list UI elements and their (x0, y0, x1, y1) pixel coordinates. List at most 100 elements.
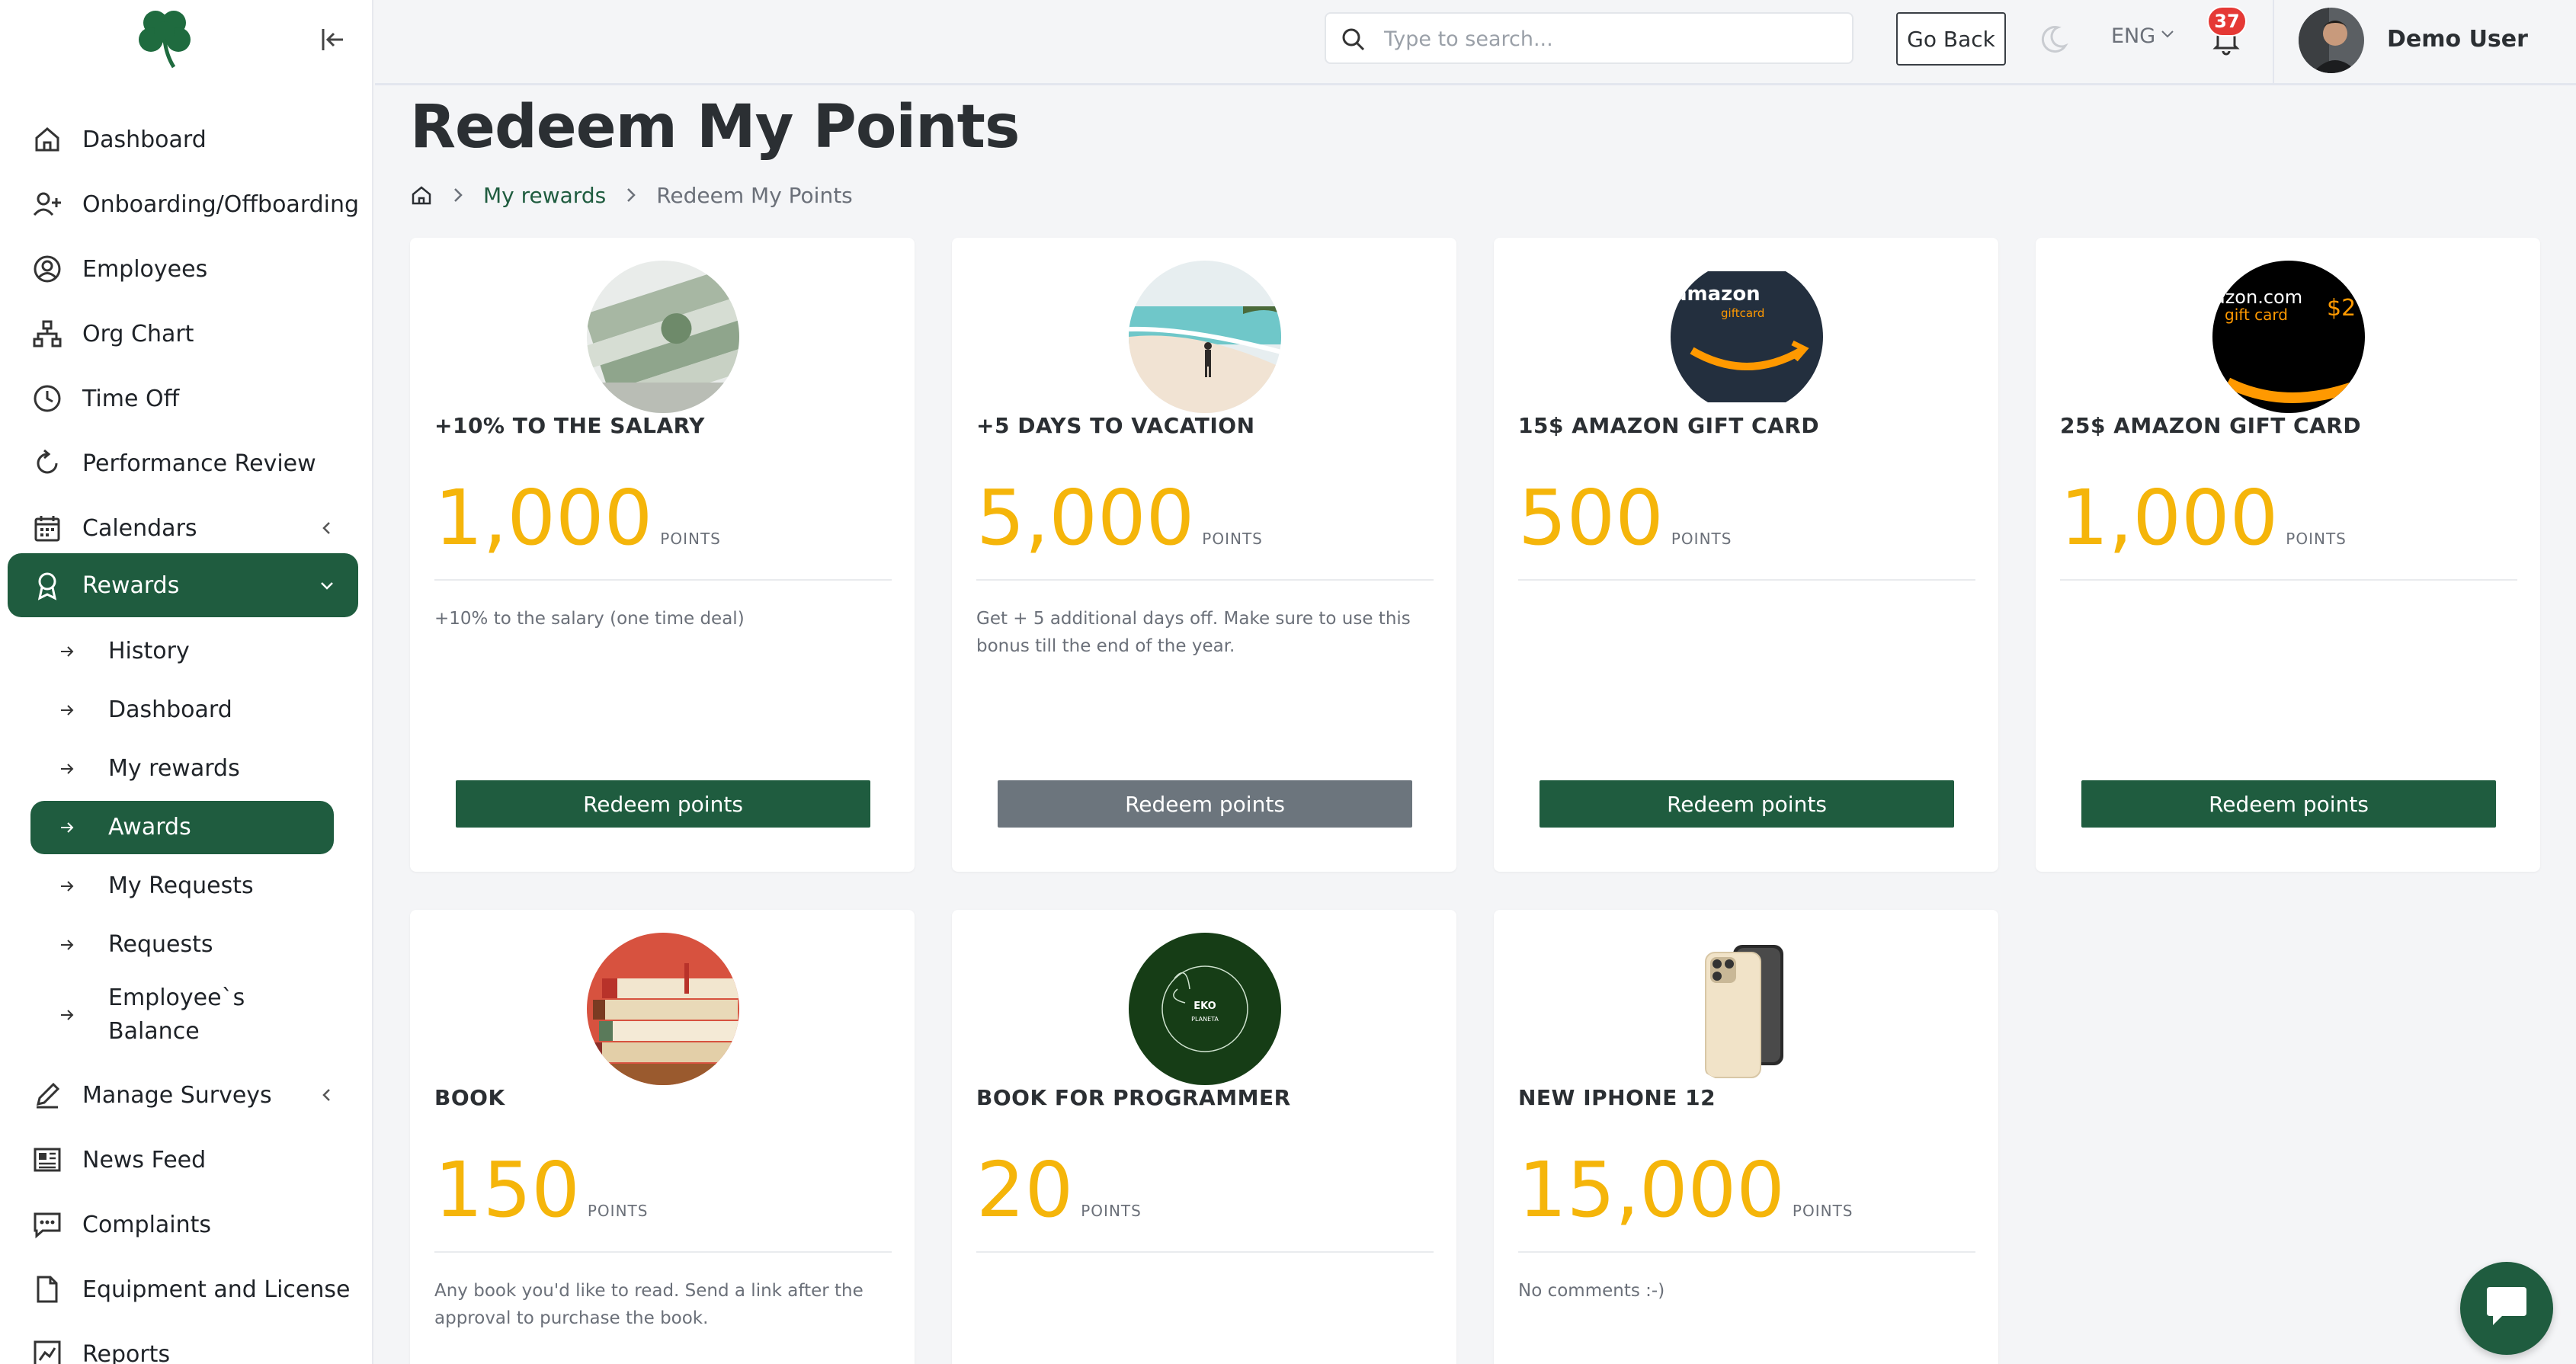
points-value: 1,000 (2060, 473, 2279, 562)
arrow-right-icon (58, 642, 76, 661)
sidebar-subitem-label: My rewards (108, 755, 240, 782)
redeem-points-button[interactable]: Redeem points (998, 780, 1412, 828)
points-value: 150 (434, 1145, 580, 1234)
reward-card: azon.com gift card $2 25$ AMAZON GIFT CARD… (2036, 238, 2540, 872)
chevron-down-icon (316, 574, 338, 597)
points-unit: POINTS (2286, 530, 2347, 548)
books-image (587, 933, 739, 1085)
collapse-sidebar-icon[interactable] (316, 23, 349, 56)
sidebar-subitem-awards[interactable]: Awards (30, 801, 334, 854)
redeem-points-button[interactable]: Redeem points (1540, 780, 1954, 828)
sidebar-item-label: Time Off (82, 385, 180, 412)
sidebar-item-label: Dashboard (82, 126, 207, 153)
sidebar-item-news-feed[interactable]: News Feed (8, 1125, 358, 1194)
gift-card-subtext: giftcard (1721, 306, 1764, 320)
user-name[interactable]: Demo User (2387, 26, 2528, 53)
refresh-icon (30, 447, 64, 480)
user-circle-icon (30, 252, 64, 286)
points-unit: POINTS (1671, 530, 1732, 548)
sidebar-subitem-label: Awards (108, 814, 191, 840)
go-back-button[interactable]: Go Back (1896, 12, 2006, 66)
eko-planeta-logo-image: EKO PLANETA (1129, 933, 1281, 1085)
points-value: 15,000 (1518, 1145, 1785, 1234)
reward-card: NEW IPHONE 12 15,000 POINTS No comments … (1494, 910, 1998, 1364)
iphone-image (1671, 933, 1823, 1085)
sidebar-item-reports[interactable]: Reports (8, 1320, 358, 1364)
sidebar-item-time-off[interactable]: Time Off (8, 364, 358, 433)
reward-card: amazon giftcard 15$ AMAZON GIFT CARD 500 … (1494, 238, 1998, 872)
language-label: ENG (2111, 24, 2156, 48)
reward-title: +5 DAYS TO VACATION (976, 413, 1255, 438)
redeem-points-button[interactable]: Redeem points (456, 780, 870, 828)
sidebar-item-org-chart[interactable]: Org Chart (8, 299, 358, 368)
sidebar-item-rewards[interactable]: Rewards (8, 553, 358, 617)
clover-logo[interactable] (134, 6, 195, 70)
sidebar-item-calendars[interactable]: Calendars (8, 494, 358, 562)
chart-icon (30, 1337, 64, 1364)
divider (976, 1251, 1434, 1253)
reward-description: No comments :-) (1518, 1281, 1665, 1301)
breadcrumb-link-my-rewards[interactable]: My rewards (483, 183, 606, 208)
reward-points: 5,000 POINTS (976, 480, 1263, 556)
reward-card: EKO PLANETA BOOK FOR PROGRAMMER 20 POINTS (952, 910, 1456, 1364)
sidebar-item-complaints[interactable]: Complaints (8, 1190, 358, 1259)
search-input[interactable] (1384, 21, 1841, 56)
avatar[interactable] (2299, 8, 2364, 73)
arrow-right-icon (58, 936, 76, 954)
sidebar-subitem-my-requests[interactable]: My Requests (30, 860, 334, 913)
newspaper-icon (30, 1143, 64, 1177)
sidebar-subitem-label: Employee`s Balance (108, 985, 245, 1045)
sidebar-subitem-label: Requests (108, 931, 213, 958)
top-bar: Go Back ENG 37 Demo User (375, 0, 2576, 85)
points-value: 500 (1518, 473, 1664, 562)
sidebar-item-performance-review[interactable]: Performance Review (8, 429, 358, 498)
notification-badge: 37 (2207, 6, 2247, 37)
reward-points: 1,000 POINTS (2060, 480, 2347, 556)
sidebar-item-label: Onboarding/Offboarding (82, 191, 360, 218)
search-icon (1340, 26, 1367, 53)
clock-icon (30, 382, 64, 415)
points-unit: POINTS (660, 530, 721, 548)
calendar-icon (30, 511, 64, 545)
sidebar-item-label: Equipment and License (82, 1276, 351, 1303)
chat-icon (30, 1208, 64, 1241)
divider (434, 579, 892, 581)
search-box[interactable] (1325, 12, 1854, 64)
divider (976, 579, 1434, 581)
sidebar-item-dashboard[interactable]: Dashboard (8, 105, 358, 174)
reward-points: 1,000 POINTS (434, 480, 721, 556)
sidebar-subitem-history[interactable]: History (30, 625, 334, 678)
sidebar-item-label: Rewards (82, 572, 180, 599)
sidebar-subitem-dashboard[interactable]: Dashboard (30, 684, 334, 737)
redeem-points-button[interactable]: Redeem points (2081, 780, 2496, 828)
sidebar-subitem-my-rewards[interactable]: My rewards (30, 742, 334, 796)
logo-subtext: PLANETA (1191, 1016, 1219, 1023)
arrow-right-icon (58, 818, 76, 837)
arrow-right-icon (58, 1006, 76, 1024)
header-divider (2273, 0, 2274, 84)
reward-card: +5 DAYS TO VACATION 5,000 POINTS Get + 5… (952, 238, 1456, 872)
reward-title: +10% TO THE SALARY (434, 413, 705, 438)
divider (434, 1251, 892, 1253)
reward-description: Any book you'd like to read. Send a link… (434, 1281, 863, 1328)
sidebar-subitem-requests[interactable]: Requests (30, 918, 334, 972)
points-unit: POINTS (587, 1202, 649, 1220)
sidebar-item-label: News Feed (82, 1146, 207, 1173)
reward-points: 15,000 POINTS (1518, 1152, 1853, 1228)
sidebar-item-employees[interactable]: Employees (8, 235, 358, 303)
home-icon[interactable] (410, 184, 433, 207)
sidebar-item-label: Reports (82, 1340, 171, 1364)
chevron-right-icon (448, 185, 468, 205)
sidebar-item-equipment-license[interactable]: Equipment and License (8, 1255, 358, 1324)
language-selector[interactable]: ENG (2111, 24, 2177, 48)
reward-title: 25$ AMAZON GIFT CARD (2060, 413, 2362, 438)
divider (2060, 579, 2517, 581)
moon-icon[interactable] (2036, 23, 2070, 56)
divider (1518, 1251, 1975, 1253)
chat-support-button[interactable] (2460, 1262, 2553, 1355)
home-icon (30, 123, 64, 156)
sidebar-item-manage-surveys[interactable]: Manage Surveys (8, 1061, 358, 1129)
sidebar-item-onboarding[interactable]: Onboarding/Offboarding (8, 170, 360, 239)
sidebar-subitem-employees-balance[interactable]: Employee`s Balance (30, 977, 334, 1053)
points-unit: POINTS (1202, 530, 1263, 548)
